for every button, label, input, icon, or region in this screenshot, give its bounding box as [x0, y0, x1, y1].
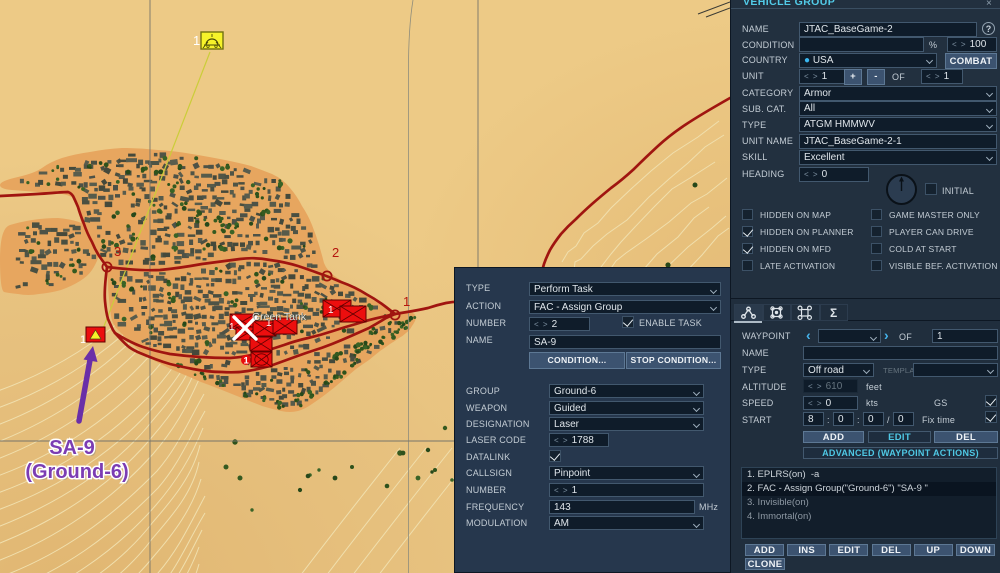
svg-text:Σ: Σ	[830, 306, 837, 320]
svg-text:(Ground-6): (Ground-6)	[25, 461, 128, 483]
svg-text:1: 1	[193, 33, 200, 48]
svg-text:1: 1	[244, 356, 250, 367]
svg-text:1: 1	[229, 322, 235, 333]
svg-text:SA-9: SA-9	[49, 437, 95, 459]
svg-text:3: 3	[114, 244, 121, 259]
svg-text:2: 2	[332, 245, 339, 260]
svg-text:Green Tank: Green Tank	[252, 311, 307, 323]
svg-text:1: 1	[80, 334, 86, 346]
svg-text:1: 1	[328, 305, 334, 316]
svg-text:1: 1	[403, 294, 410, 309]
